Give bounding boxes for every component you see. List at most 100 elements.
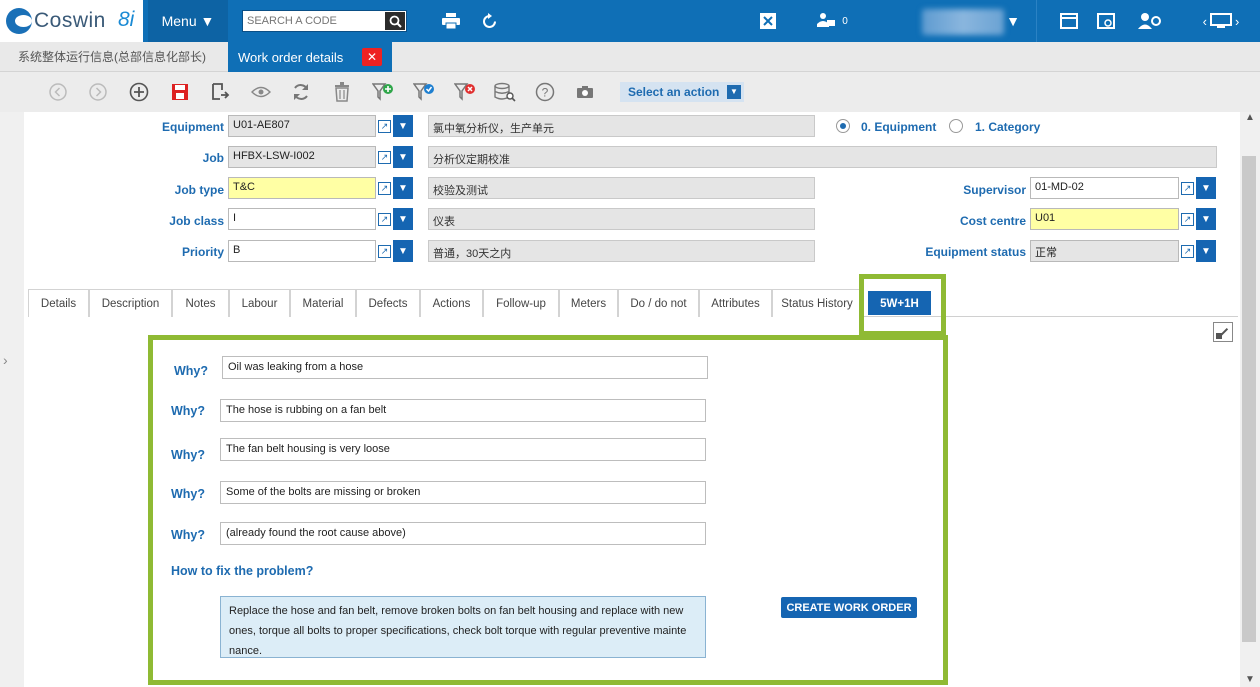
tab-actions[interactable]: Actions bbox=[420, 289, 483, 317]
open-link-icon[interactable]: ↗ bbox=[375, 177, 393, 199]
why-input-5[interactable]: (already found the root cause above) bbox=[220, 522, 706, 545]
left-collapse-rail[interactable]: › bbox=[0, 112, 24, 687]
close-icon[interactable]: ✕ bbox=[362, 48, 382, 66]
save-icon[interactable] bbox=[169, 81, 191, 103]
equipment-field[interactable]: U01-AE807 ↗ ▼ bbox=[228, 115, 413, 137]
delete-icon[interactable] bbox=[331, 81, 353, 103]
job-type-field[interactable]: T&C ↗ ▼ bbox=[228, 177, 413, 199]
cost-centre-value: U01 bbox=[1035, 212, 1056, 224]
cost-centre-field[interactable]: U01 ↗ ▼ bbox=[1030, 208, 1216, 230]
open-link-icon[interactable]: ↗ bbox=[1178, 208, 1196, 230]
user-name-blurred[interactable] bbox=[922, 9, 1004, 35]
excel-export-icon[interactable] bbox=[755, 0, 781, 42]
search-input[interactable] bbox=[243, 11, 381, 31]
window-icon[interactable] bbox=[1058, 0, 1080, 42]
camera-icon[interactable] bbox=[574, 81, 596, 103]
view-icon[interactable] bbox=[250, 81, 272, 103]
radio-equipment-label: 0. Equipment bbox=[861, 120, 937, 134]
tab-notes[interactable]: Notes bbox=[172, 289, 229, 317]
detail-tabs: Details Description Notes Labour Materia… bbox=[28, 289, 1238, 317]
database-search-icon[interactable] bbox=[494, 81, 516, 103]
why-input-1[interactable]: Oil was leaking from a hose bbox=[222, 356, 708, 379]
user-location-icon[interactable] bbox=[1136, 0, 1164, 42]
scroll-down-icon[interactable]: ▼ bbox=[1245, 674, 1255, 685]
job-type-value: T&C bbox=[233, 181, 255, 193]
equipment-status-label: Equipment status bbox=[925, 245, 1026, 259]
chevron-down-icon[interactable]: ▼ bbox=[393, 208, 413, 230]
window-tab-work-order-details[interactable]: Work order details ✕ bbox=[228, 42, 392, 72]
window-tab-system-overview[interactable]: 系统整体运行信息(总部信息化部长) bbox=[18, 48, 206, 65]
radio-category[interactable] bbox=[949, 119, 963, 133]
create-work-order-button[interactable]: CREATE WORK ORDER bbox=[781, 597, 917, 618]
job-class-value: I bbox=[233, 212, 237, 224]
reload-icon[interactable] bbox=[290, 81, 312, 103]
open-link-icon[interactable]: ↗ bbox=[375, 115, 393, 137]
tab-description[interactable]: Description bbox=[89, 289, 172, 317]
why-input-4[interactable]: Some of the bolts are missing or broken bbox=[220, 481, 706, 504]
menu-button[interactable]: Menu ▼ bbox=[148, 0, 228, 42]
open-link-icon[interactable]: ↗ bbox=[375, 208, 393, 230]
window-tab-strip: 系统整体运行信息(总部信息化部长) Work order details ✕ bbox=[0, 42, 1260, 72]
filter-apply-icon[interactable] bbox=[413, 81, 435, 103]
notifications-icon[interactable]: 0 bbox=[812, 0, 852, 42]
why-label-1: Why? bbox=[174, 364, 209, 378]
tab-do-do-not[interactable]: Do / do not bbox=[618, 289, 699, 317]
tab-status-history[interactable]: Status History bbox=[772, 289, 862, 317]
supervisor-value: 01-MD-02 bbox=[1035, 181, 1084, 193]
open-link-icon[interactable]: ↗ bbox=[375, 146, 393, 168]
chevron-down-icon[interactable]: ▼ bbox=[393, 115, 413, 137]
tab-defects[interactable]: Defects bbox=[356, 289, 420, 317]
why-input-2[interactable]: The hose is rubbing on a fan belt bbox=[220, 399, 706, 422]
supervisor-label: Supervisor bbox=[963, 183, 1026, 197]
chevron-down-icon[interactable]: ▼ bbox=[393, 240, 413, 262]
screen-switch-icon[interactable]: ‹ › bbox=[1195, 0, 1247, 42]
job-class-field[interactable]: I ↗ ▼ bbox=[228, 208, 413, 230]
why-label-5: Why? bbox=[171, 528, 206, 542]
why-label-2: Why? bbox=[171, 404, 206, 418]
why-input-3[interactable]: The fan belt housing is very loose bbox=[220, 438, 706, 461]
open-link-icon[interactable]: ↗ bbox=[375, 240, 393, 262]
search-icon[interactable] bbox=[385, 12, 405, 30]
help-icon[interactable]: ? bbox=[534, 81, 556, 103]
filter-add-icon[interactable] bbox=[372, 81, 394, 103]
scroll-up-icon[interactable]: ▲ bbox=[1245, 112, 1255, 123]
notification-count: 0 bbox=[842, 15, 848, 27]
job-field[interactable]: HFBX-LSW-I002 ↗ ▼ bbox=[228, 146, 413, 168]
how-to-fix-textarea[interactable]: Replace the hose and fan belt, remove br… bbox=[220, 596, 706, 658]
select-action-dropdown[interactable]: Select an action ▼ bbox=[620, 82, 744, 102]
chevron-right-icon[interactable]: › bbox=[3, 352, 8, 368]
vertical-scrollbar[interactable]: ▲ ▼ bbox=[1240, 112, 1260, 687]
print-icon[interactable] bbox=[438, 0, 464, 42]
refresh-icon[interactable] bbox=[476, 0, 502, 42]
chevron-down-icon[interactable]: ▼ bbox=[1196, 208, 1216, 230]
tab-attributes[interactable]: Attributes bbox=[699, 289, 772, 317]
supervisor-field[interactable]: 01-MD-02 ↗ ▼ bbox=[1030, 177, 1216, 199]
window-sync-icon[interactable] bbox=[1095, 0, 1117, 42]
user-menu-chevron-down-icon[interactable]: ▼ bbox=[1004, 0, 1022, 42]
tab-follow-up[interactable]: Follow-up bbox=[483, 289, 559, 317]
priority-field[interactable]: B ↗ ▼ bbox=[228, 240, 413, 262]
filter-remove-icon[interactable] bbox=[454, 81, 476, 103]
expand-icon[interactable] bbox=[1213, 322, 1233, 342]
export-icon[interactable] bbox=[209, 81, 231, 103]
previous-record-icon[interactable] bbox=[47, 81, 69, 103]
add-icon[interactable] bbox=[128, 81, 150, 103]
coswin-logo[interactable]: Coswin 8i bbox=[0, 0, 143, 42]
chevron-down-icon[interactable]: ▼ bbox=[1196, 240, 1216, 262]
tab-details[interactable]: Details bbox=[28, 289, 89, 317]
chevron-down-icon[interactable]: ▼ bbox=[393, 177, 413, 199]
tab-meters[interactable]: Meters bbox=[559, 289, 618, 317]
open-link-icon[interactable]: ↗ bbox=[1178, 240, 1196, 262]
radio-equipment[interactable] bbox=[836, 119, 850, 133]
why-label-4: Why? bbox=[171, 487, 206, 501]
priority-label: Priority bbox=[181, 245, 224, 259]
chevron-down-icon[interactable]: ▼ bbox=[393, 146, 413, 168]
next-record-icon[interactable] bbox=[87, 81, 109, 103]
chevron-down-icon[interactable]: ▼ bbox=[1196, 177, 1216, 199]
tab-material[interactable]: Material bbox=[290, 289, 356, 317]
equipment-status-field[interactable]: 正常 ↗ ▼ bbox=[1030, 240, 1216, 262]
open-link-icon[interactable]: ↗ bbox=[1178, 177, 1196, 199]
tab-labour[interactable]: Labour bbox=[229, 289, 290, 317]
scrollbar-thumb[interactable] bbox=[1242, 156, 1256, 642]
job-description: 分析仪定期校准 bbox=[428, 146, 1217, 168]
